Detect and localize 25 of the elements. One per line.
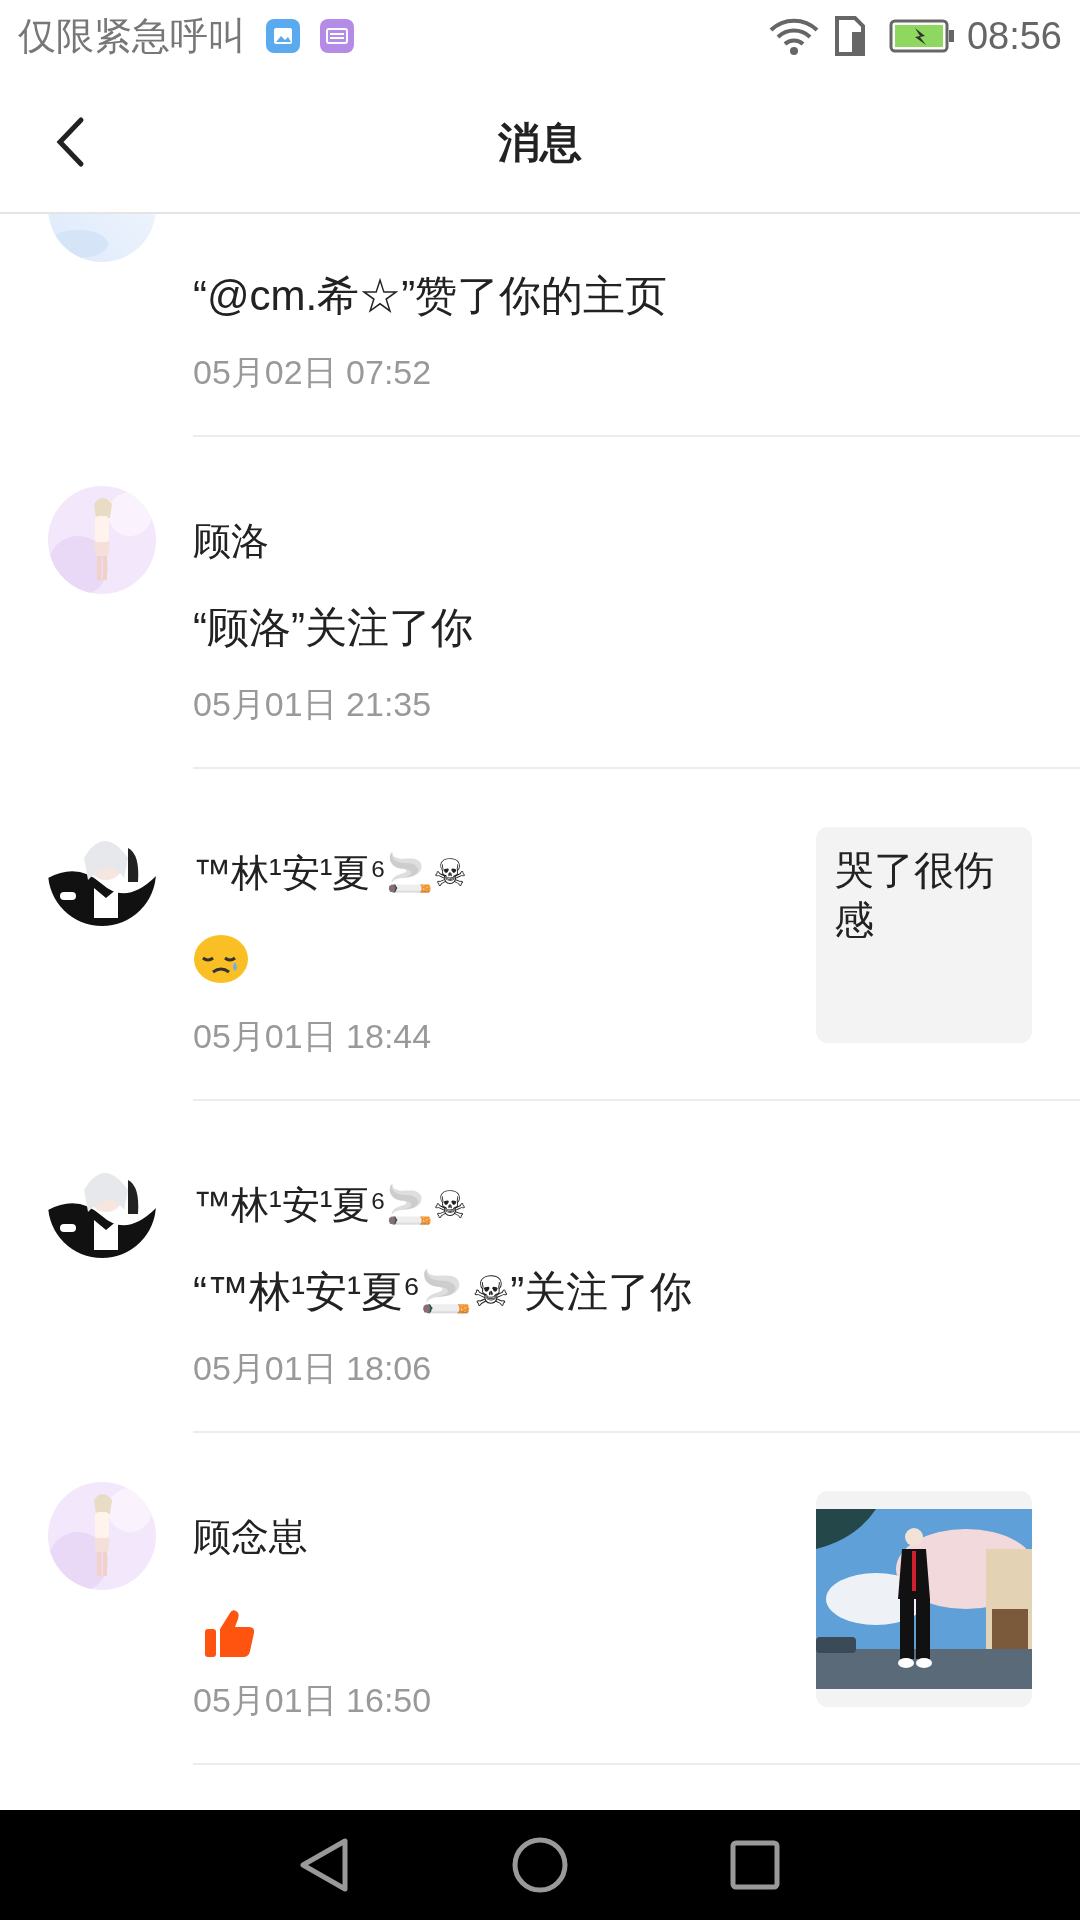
- status-text: 仅限紧急呼叫: [18, 13, 246, 59]
- timestamp: 05月01日 21:35: [193, 684, 433, 725]
- home-button[interactable]: [511, 1836, 569, 1894]
- message-text: “@cm.希☆”赞了你的主页: [193, 270, 668, 321]
- user-name: ™林¹安¹夏⁶🚬☠: [193, 850, 467, 896]
- user-name: 顾念崽: [193, 1514, 307, 1560]
- timestamp: 05月01日 18:06: [193, 1348, 433, 1389]
- timestamp: 05月02日 07:52: [193, 352, 433, 393]
- crying-face-icon: [193, 934, 249, 984]
- user-name: ™林¹安¹夏⁶🚬☠: [193, 1182, 467, 1228]
- battery-icon: [888, 19, 955, 53]
- recents-button[interactable]: [729, 1839, 781, 1891]
- user-name: 顾洛: [193, 518, 269, 564]
- timestamp: 05月01日 18:44: [193, 1016, 433, 1057]
- timestamp: 05月01日 16:50: [193, 1680, 433, 1721]
- page-title: 消息: [498, 117, 582, 168]
- clock-text: 08:56: [966, 13, 1062, 59]
- keyboard-icon: [320, 19, 354, 53]
- nav-back-button[interactable]: [299, 1837, 351, 1893]
- back-icon: [55, 116, 85, 168]
- message-text: “顾洛”关注了你: [193, 602, 473, 653]
- gallery-icon: [266, 19, 300, 53]
- quoted-comment[interactable]: 哭了很伤感: [816, 827, 1032, 1043]
- message-text: “™林¹安¹夏⁶🚬☠”关注了你: [193, 1266, 693, 1317]
- thumbs-up-icon: [203, 1607, 257, 1659]
